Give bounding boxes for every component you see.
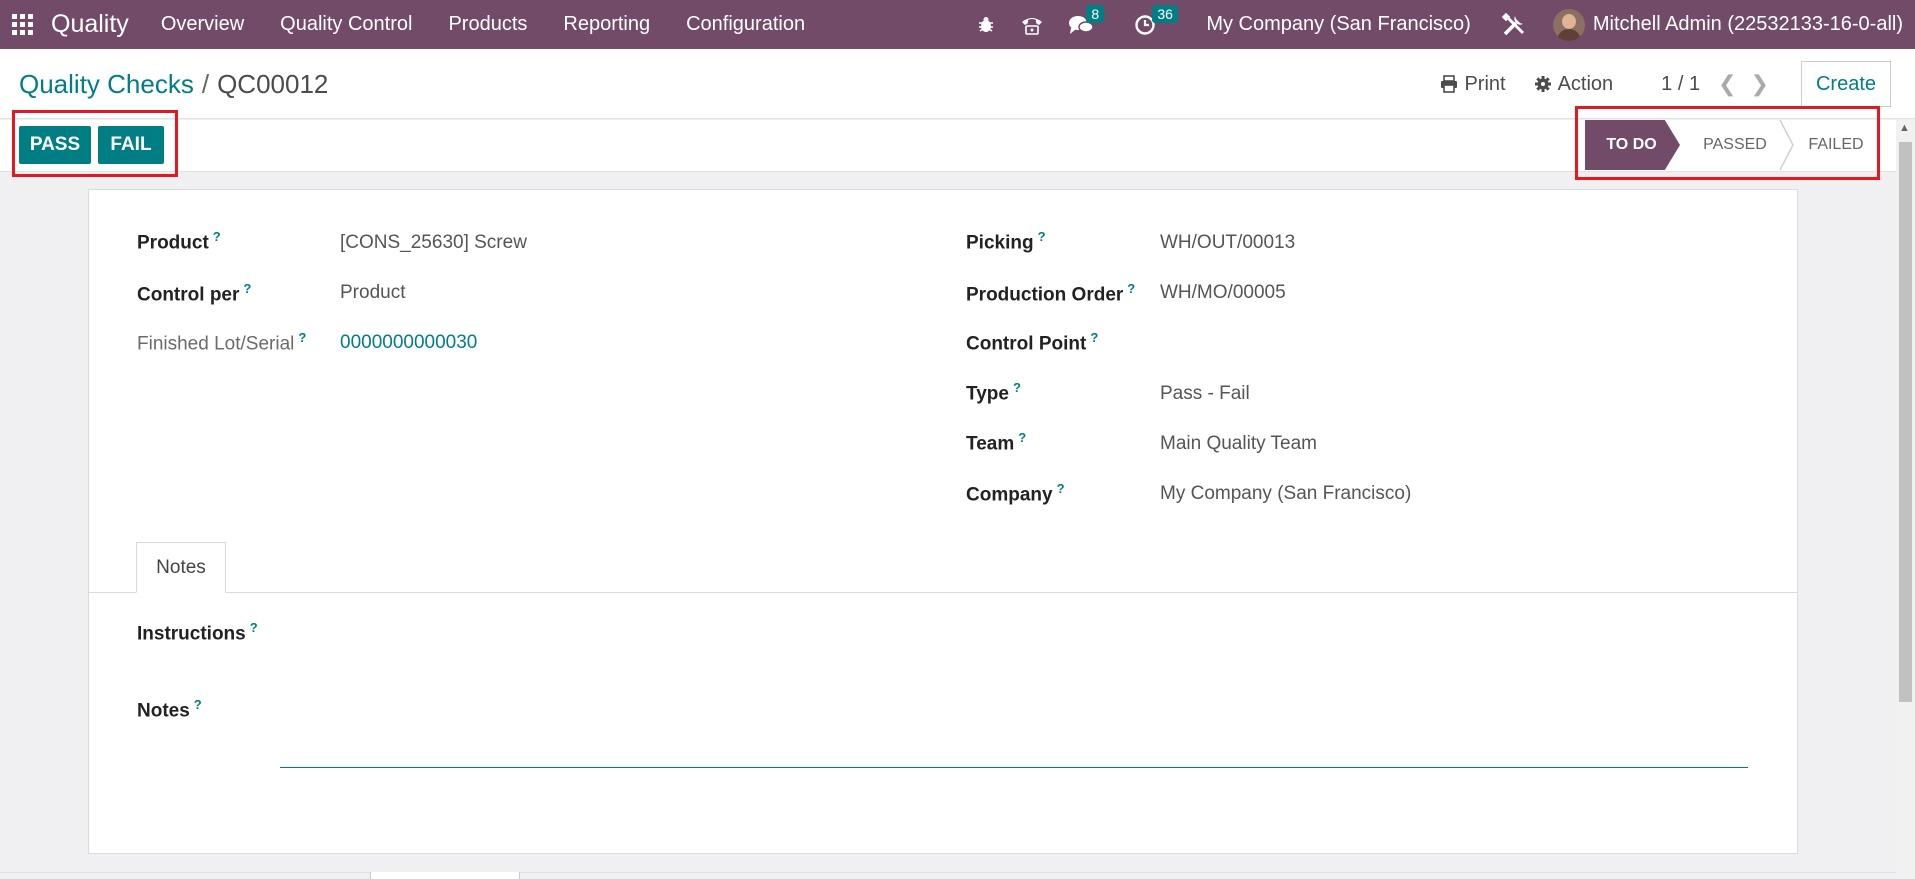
value-picking[interactable]: WH/OUT/00013 [1160, 232, 1295, 254]
value-type[interactable]: Pass - Fail [1160, 383, 1250, 405]
fail-button[interactable]: FAIL [98, 126, 164, 164]
gear-icon [1534, 76, 1551, 92]
label-instructions: Instructions? [137, 620, 258, 645]
pager-previous-icon[interactable]: ❮ [1718, 71, 1736, 97]
activities-badge: 36 [1152, 5, 1178, 23]
user-avatar[interactable] [1552, 8, 1585, 41]
phone-icon[interactable] [1008, 0, 1056, 49]
help-icon[interactable]: ? [213, 229, 221, 244]
messages-icon[interactable]: 8 [1056, 0, 1122, 49]
stage-to-do[interactable]: TO DO [1585, 120, 1680, 170]
help-icon[interactable]: ? [1018, 430, 1026, 445]
scroll-up-arrow-icon[interactable]: ▲ [1899, 122, 1910, 134]
label-type: Type? [966, 380, 1021, 405]
stage-passed[interactable]: PASSED [1692, 120, 1778, 170]
help-icon[interactable]: ? [1038, 229, 1046, 244]
value-company[interactable]: My Company (San Francisco) [1160, 483, 1411, 505]
stage-failed[interactable]: FAILED [1795, 120, 1877, 170]
help-icon[interactable]: ? [194, 697, 202, 712]
help-icon[interactable]: ? [1090, 330, 1098, 345]
bottom-divider [0, 872, 1896, 873]
notes-input[interactable] [280, 767, 1748, 768]
help-icon[interactable]: ? [298, 330, 306, 345]
pass-button[interactable]: PASS [19, 126, 91, 164]
breadcrumb-current-record: QC00012 [217, 69, 329, 99]
user-menu[interactable]: Mitchell Admin (22532133-16-0-all) [1593, 13, 1915, 36]
label-team: Team? [966, 430, 1027, 455]
pager-value[interactable]: 1 / 1 [1661, 73, 1700, 96]
tab-notes[interactable]: Notes [136, 542, 226, 593]
app-brand[interactable]: Quality [45, 10, 143, 39]
apps-menu-icon[interactable] [0, 0, 45, 49]
help-icon[interactable]: ? [243, 281, 251, 296]
menu-quality-control[interactable]: Quality Control [262, 0, 430, 49]
activities-clock-icon[interactable]: 36 [1122, 0, 1196, 49]
print-button[interactable]: Print [1440, 72, 1506, 96]
help-icon[interactable]: ? [1057, 481, 1065, 496]
value-control-per[interactable]: Product [340, 282, 405, 304]
chatter-tab-stub[interactable] [370, 872, 520, 879]
help-icon[interactable]: ? [250, 620, 258, 635]
menu-configuration[interactable]: Configuration [668, 0, 823, 49]
label-control-per: Control per? [137, 281, 252, 306]
value-team[interactable]: Main Quality Team [1160, 433, 1317, 455]
tools-icon[interactable] [1489, 0, 1539, 49]
debug-bug-icon[interactable] [964, 0, 1008, 49]
breadcrumb-separator: / [201, 69, 210, 99]
label-product: Product? [137, 229, 221, 254]
top-navbar: Quality Overview Quality Control Product… [0, 0, 1915, 49]
tab-divider [88, 592, 1798, 593]
print-icon [1441, 75, 1458, 93]
create-button[interactable]: Create [1800, 61, 1891, 107]
value-finished-lot-serial[interactable]: 0000000000030 [340, 332, 477, 354]
label-finished-lot-serial: Finished Lot/Serial? [137, 330, 307, 355]
label-company: Company? [966, 481, 1065, 506]
breadcrumb-quality-checks[interactable]: Quality Checks [19, 69, 194, 99]
action-button[interactable]: Action [1534, 72, 1614, 96]
label-control-point: Control Point? [966, 330, 1099, 355]
scrollbar-thumb[interactable] [1899, 142, 1912, 702]
label-notes: Notes? [137, 697, 202, 722]
company-switcher[interactable]: My Company (San Francisco) [1196, 13, 1489, 36]
label-production-order: Production Order? [966, 281, 1136, 306]
breadcrumb: Quality Checks / QC00012 [19, 69, 328, 100]
label-picking: Picking? [966, 229, 1046, 254]
value-product[interactable]: [CONS_25630] Screw [340, 232, 527, 254]
menu-overview[interactable]: Overview [143, 0, 262, 49]
pager-next-icon[interactable]: ❯ [1751, 71, 1769, 97]
print-label: Print [1464, 72, 1506, 95]
help-icon[interactable]: ? [1013, 380, 1021, 395]
menu-reporting[interactable]: Reporting [545, 0, 668, 49]
action-label: Action [1557, 72, 1614, 95]
menu-products[interactable]: Products [430, 0, 545, 49]
messages-badge: 8 [1086, 5, 1105, 23]
help-icon[interactable]: ? [1127, 281, 1135, 296]
value-production-order[interactable]: WH/MO/00005 [1160, 282, 1286, 304]
stage-separator-icon [1779, 120, 1794, 170]
